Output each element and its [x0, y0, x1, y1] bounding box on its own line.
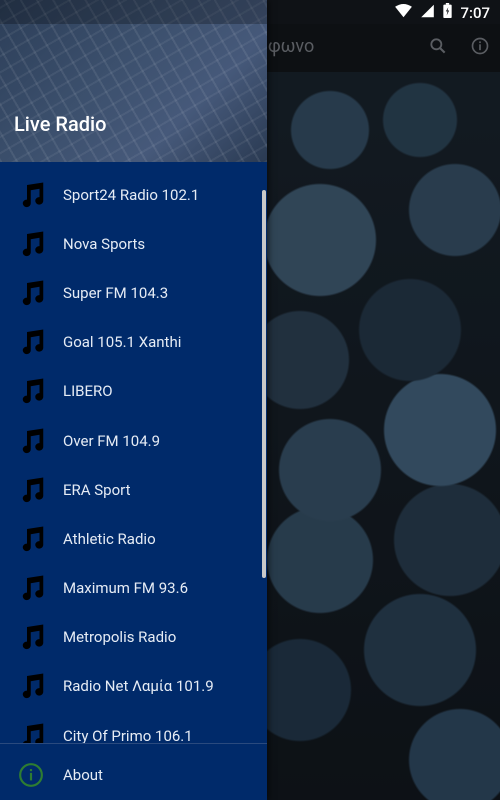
music-note-icon: [17, 573, 47, 603]
station-list[interactable]: Sport24 Radio 102.1 Nova Sports Super FM…: [0, 170, 267, 743]
music-note-icon: [17, 475, 47, 505]
station-item[interactable]: Athletic Radio: [0, 514, 267, 563]
station-item[interactable]: Maximum FM 93.6: [0, 564, 267, 613]
music-note-icon: [17, 376, 47, 406]
about-menu-item[interactable]: About: [0, 752, 267, 798]
station-label: LIBERO: [63, 382, 113, 401]
music-note-icon: [17, 721, 47, 743]
navigation-drawer: Live Radio Sport24 Radio 102.1 Nova Spor…: [0, 0, 267, 800]
music-note-icon: [17, 671, 47, 701]
station-label: Nova Sports: [63, 234, 146, 253]
station-item[interactable]: City Of Primo 106.1: [0, 711, 267, 743]
station-label: Over FM 104.9: [63, 431, 161, 450]
station-label: Super FM 104.3: [63, 283, 169, 302]
battery-icon: [443, 3, 453, 22]
station-item[interactable]: Nova Sports: [0, 219, 267, 268]
station-item[interactable]: ERA Sport: [0, 465, 267, 514]
station-item[interactable]: Sport24 Radio 102.1: [0, 170, 267, 219]
station-item[interactable]: Goal 105.1 Xanthi: [0, 318, 267, 367]
drawer-header: Live Radio: [0, 0, 267, 162]
music-note-icon: [17, 426, 47, 456]
station-item[interactable]: Super FM 104.3: [0, 268, 267, 317]
station-label: Metropolis Radio: [63, 628, 177, 647]
wifi-icon: [395, 3, 413, 22]
station-label: Radio Net Λαμία 101.9: [63, 677, 214, 696]
signal-icon: [420, 4, 435, 22]
station-label: City Of Primo 106.1: [63, 726, 193, 743]
station-label: Athletic Radio: [63, 529, 156, 548]
station-item[interactable]: Metropolis Radio: [0, 613, 267, 662]
drawer-title: Live Radio: [14, 112, 107, 136]
station-label: Goal 105.1 Xanthi: [63, 333, 182, 352]
station-label: ERA Sport: [63, 480, 131, 499]
info-circle-icon: [18, 762, 44, 788]
station-label: Maximum FM 93.6: [63, 579, 188, 598]
music-note-icon: [17, 622, 47, 652]
music-note-icon: [17, 524, 47, 554]
status-time: 7:07: [460, 3, 490, 22]
station-item[interactable]: LIBERO: [0, 367, 267, 416]
scrollbar-thumb[interactable]: [262, 190, 266, 578]
divider: [0, 743, 267, 744]
music-note-icon: [17, 229, 47, 259]
music-note-icon: [17, 327, 47, 357]
station-item[interactable]: Over FM 104.9: [0, 416, 267, 465]
music-note-icon: [17, 278, 47, 308]
station-label: Sport24 Radio 102.1: [63, 185, 200, 204]
station-item[interactable]: Radio Net Λαμία 101.9: [0, 662, 267, 711]
about-label: About: [63, 766, 103, 784]
music-note-icon: [17, 180, 47, 210]
